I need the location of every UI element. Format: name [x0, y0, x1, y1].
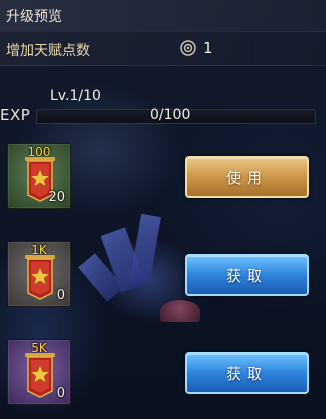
item-count: 0: [56, 386, 65, 401]
item-count: 0: [56, 288, 65, 303]
talent-point-label: 增加天赋点数: [6, 43, 90, 59]
talent-point-row: 增加天赋点数 1: [0, 31, 326, 66]
red-banner-star-icon: [25, 353, 55, 398]
page-title: 升级预览: [6, 9, 62, 25]
header-bar: 升级预览: [0, 0, 326, 32]
talent-point-icon: [180, 40, 196, 56]
exp-value-text: 0/100: [150, 107, 191, 123]
item-slot[interactable]: 1K 0: [7, 241, 71, 307]
level-label: Lv.1/10: [50, 88, 101, 104]
obtain-button[interactable]: 获取: [185, 352, 309, 394]
exp-label: EXP: [0, 106, 31, 124]
item-slot[interactable]: 5K 0: [7, 339, 71, 405]
red-banner-star-icon: [25, 255, 55, 300]
item-count: 20: [48, 190, 65, 205]
mushroom-decoration: [160, 300, 200, 322]
item-slot[interactable]: 100 20: [7, 143, 71, 209]
crystal-decoration: [129, 213, 161, 287]
use-button[interactable]: 使用: [185, 156, 309, 198]
talent-point-value: 1: [203, 39, 213, 57]
obtain-button[interactable]: 获取: [185, 254, 309, 296]
